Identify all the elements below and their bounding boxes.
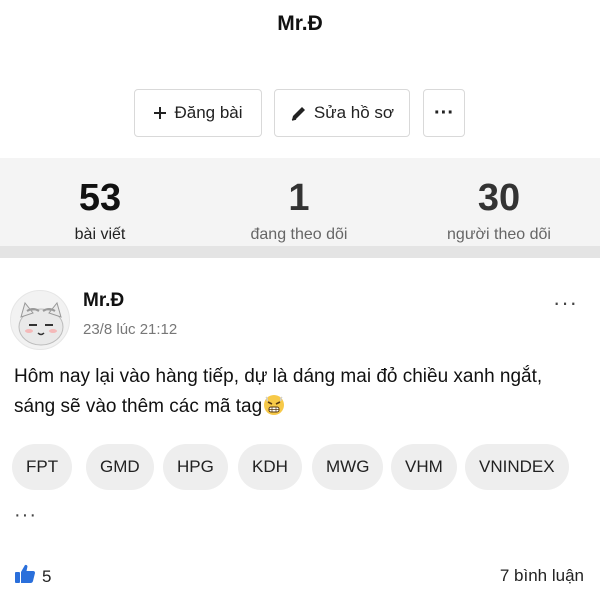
post-menu-button[interactable]: ··· [553, 292, 578, 314]
post-content: Hôm nay lại vào hàng tiếp, dự là dáng ma… [14, 362, 584, 422]
pencil-icon [290, 105, 307, 122]
avatar[interactable] [10, 290, 70, 350]
profile-title: Mr.Đ [277, 12, 323, 35]
tag-chip[interactable]: FPT [12, 444, 73, 490]
profile-stats: 53 bài viết 1 đang theo dõi 30 người the… [0, 158, 600, 258]
profile-actions: Đăng bài Sửa hồ sơ ··· [0, 89, 600, 137]
more-options-label: ··· [434, 101, 454, 124]
stat-followers-count: 30 [477, 177, 521, 219]
stat-posts[interactable]: 53 bài viết [0, 158, 200, 244]
post-author[interactable]: Mr.Đ [83, 290, 124, 312]
stat-posts-label: bài viết [74, 226, 126, 243]
tag-chip[interactable]: MWG [312, 444, 384, 490]
post-timestamp: 23/8 lúc 21:12 [83, 321, 178, 338]
stat-posts-count: 53 [78, 177, 122, 219]
stat-following-count: 1 [288, 177, 310, 219]
plus-icon [153, 106, 167, 120]
show-more-button[interactable]: ··· [14, 505, 37, 525]
post-card: Mr.Đ 23/8 lúc 21:12 ··· Hôm nay lại vào … [0, 270, 600, 600]
tag-chip[interactable]: GMD [86, 444, 154, 490]
profile-page: Mr.Đ Đăng bài Sửa hồ sơ ··· 53 bài viết … [0, 0, 600, 600]
stat-followers-label: người theo dõi [447, 226, 551, 243]
like-count: 5 [42, 566, 52, 586]
frustrated-face-emoji-icon [263, 394, 285, 416]
like-button[interactable]: 5 [14, 564, 51, 589]
thumbs-up-icon [14, 564, 36, 589]
stat-followers[interactable]: 30 người theo dõi [399, 158, 599, 244]
edit-profile-label: Sửa hồ sơ [313, 103, 395, 122]
create-post-label: Đăng bài [174, 103, 243, 122]
edit-profile-button[interactable]: Sửa hồ sơ [274, 89, 410, 137]
tag-chip[interactable]: VNINDEX [465, 444, 569, 490]
tag-chip[interactable]: HPG [163, 444, 228, 490]
more-options-button[interactable]: ··· [423, 89, 465, 137]
stat-following-label: đang theo dõi [250, 226, 348, 243]
comments-link[interactable]: 7 bình luận [500, 566, 584, 586]
stat-following[interactable]: 1 đang theo dõi [199, 158, 399, 244]
tag-chip[interactable]: VHM [391, 444, 457, 490]
post-footer: 5 7 bình luận [0, 562, 600, 592]
create-post-button[interactable]: Đăng bài [134, 89, 262, 137]
tag-chip[interactable]: KDH [238, 444, 302, 490]
